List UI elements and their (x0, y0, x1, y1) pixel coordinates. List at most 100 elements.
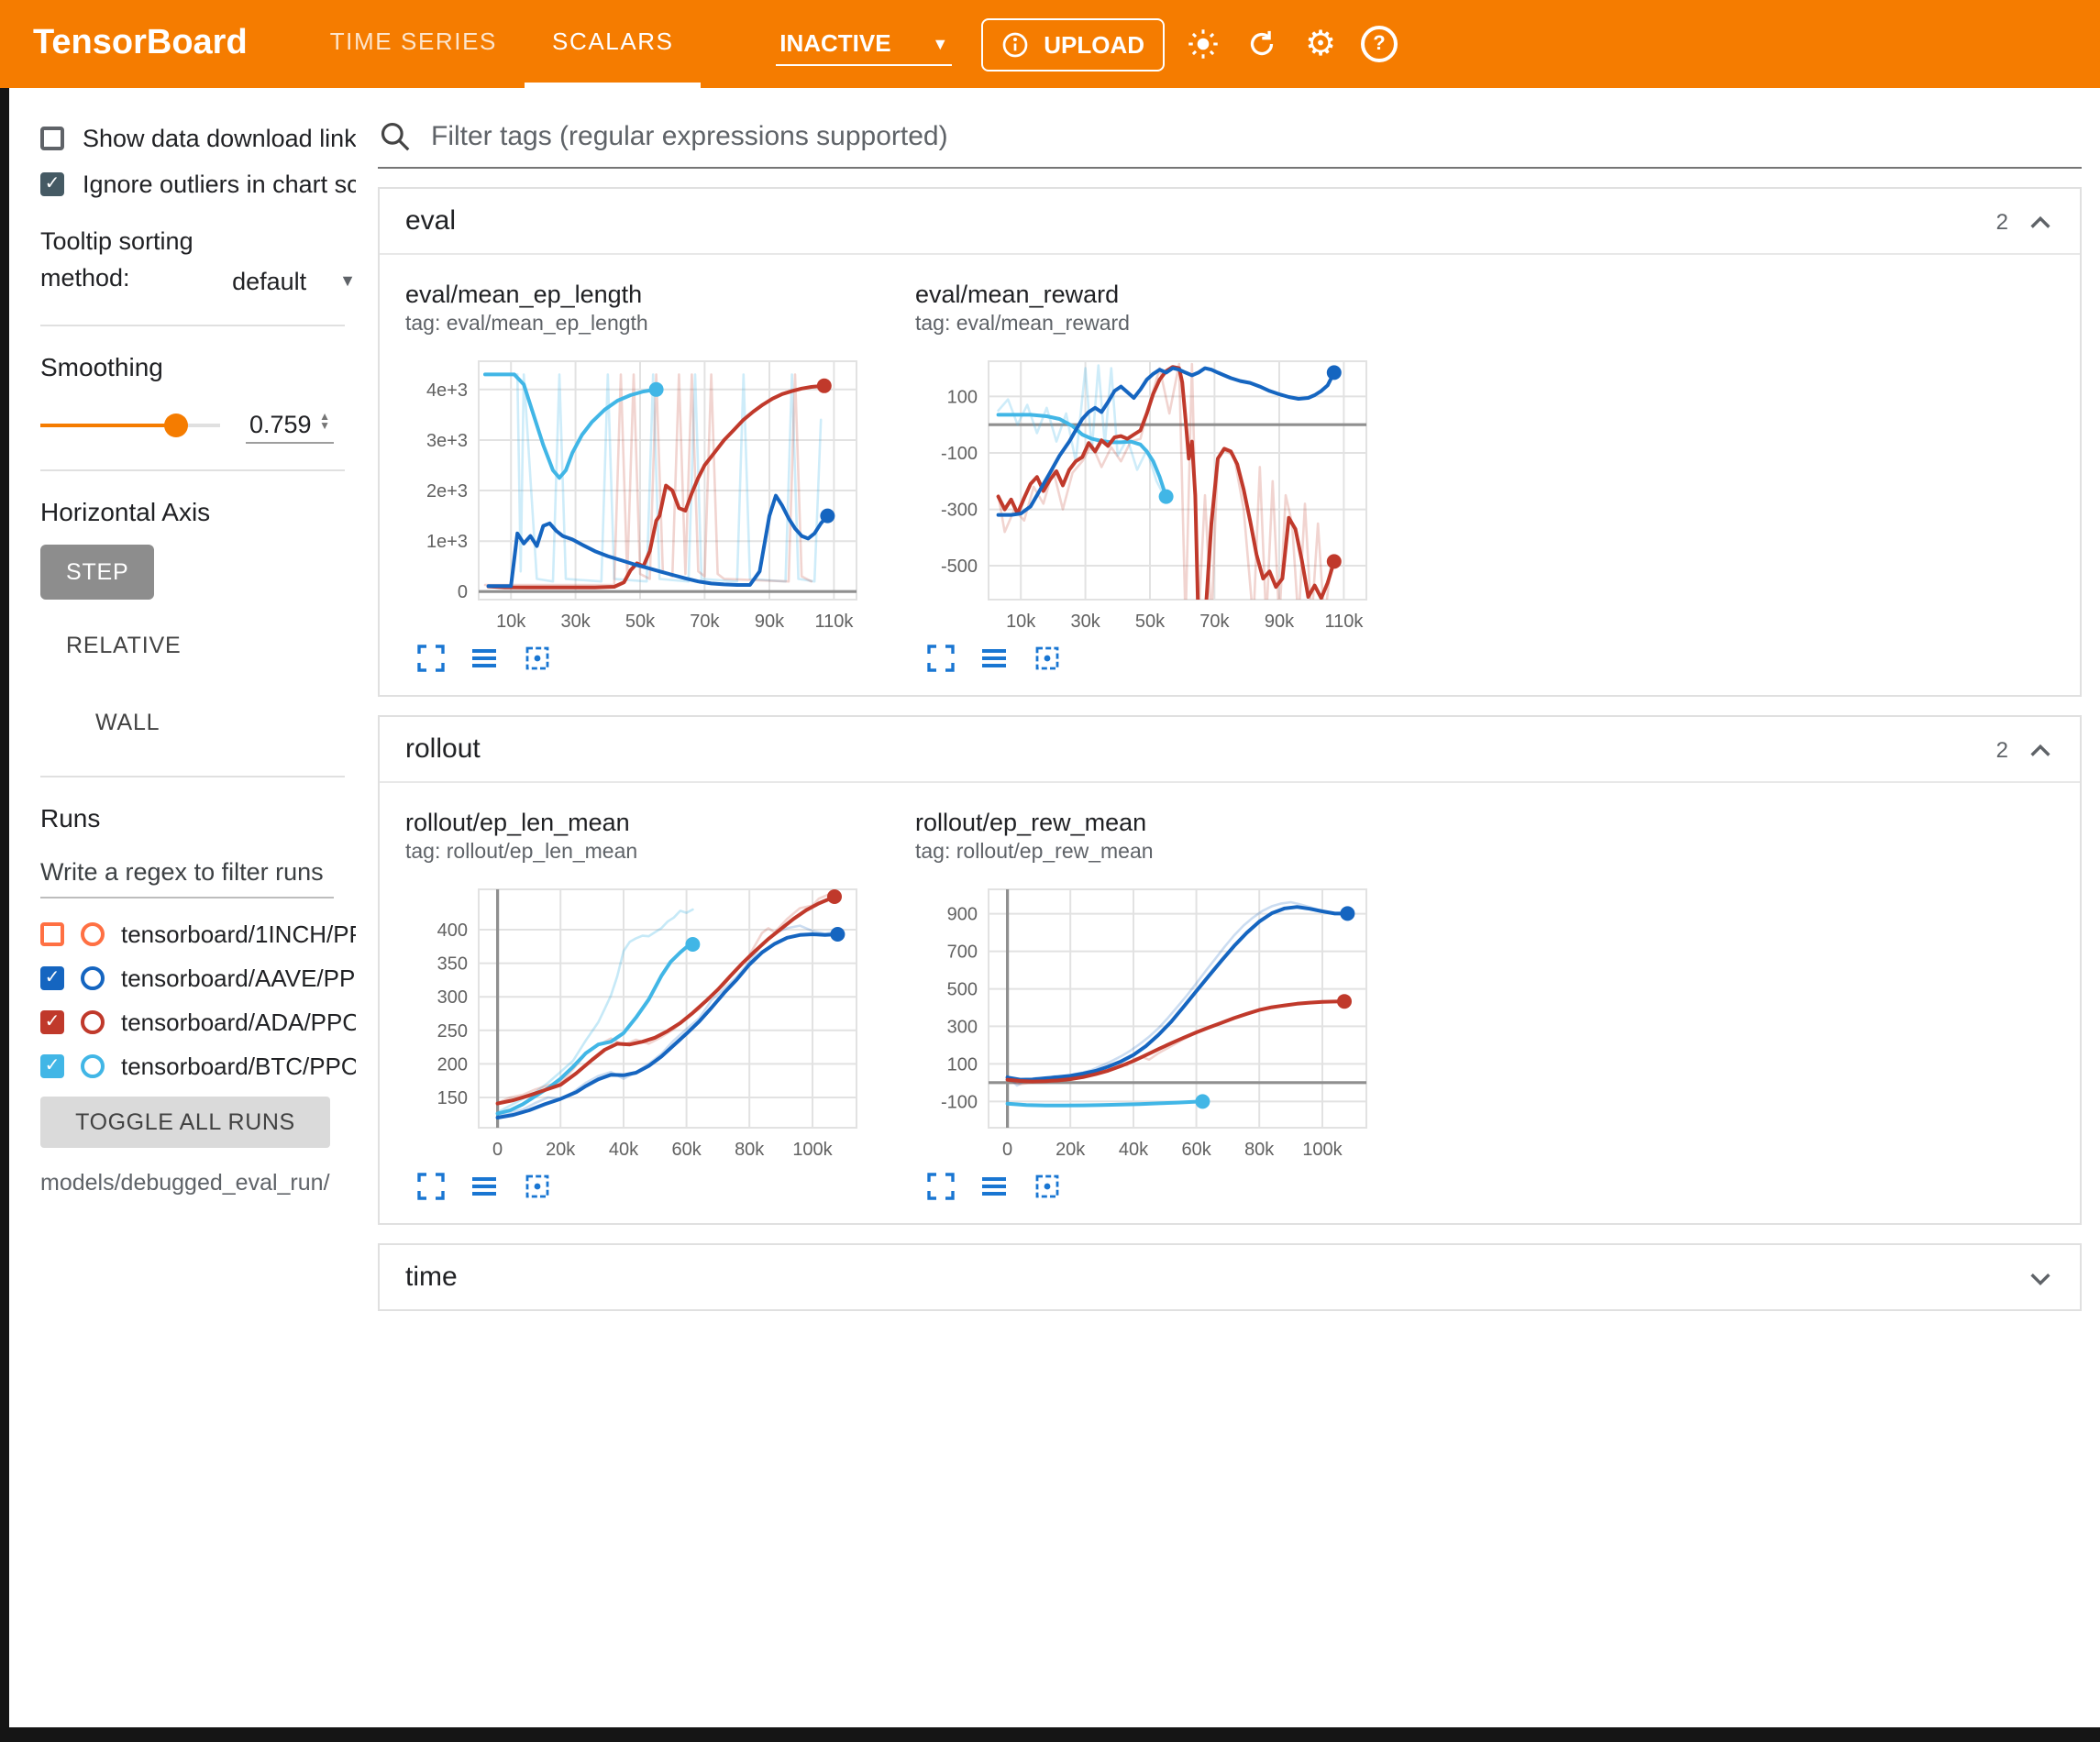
data-download-button[interactable] (979, 644, 1009, 673)
axis-option-relative[interactable]: RELATIVE (40, 617, 206, 672)
run-row: tensorboard/1INCH/PPO_1 (40, 920, 356, 947)
chart-count-badge: 2 (1996, 208, 2008, 234)
upload-button[interactable]: UPLOAD (981, 17, 1165, 71)
smoothing-control: 0.759 ▲▼ (40, 406, 356, 443)
svg-text:80k: 80k (1244, 1140, 1275, 1160)
tooltip-sorting-dropdown[interactable]: default ▼ (232, 267, 356, 298)
svg-text:0: 0 (458, 582, 468, 602)
tag-group-header-time[interactable]: time (380, 1245, 2080, 1309)
tab-scalars[interactable]: SCALARS (525, 0, 702, 88)
tab-time-series[interactable]: TIME SERIES (303, 0, 525, 88)
svg-text:900: 900 (947, 905, 978, 925)
chart-plot[interactable]: 020k40k60k80k100k150200250300350400 (405, 878, 871, 1168)
svg-text:500: 500 (947, 980, 978, 1000)
run-color-radio[interactable] (81, 921, 105, 945)
tag-filter-row (378, 114, 2082, 169)
chart-toolbar (915, 644, 1381, 673)
app-header: TensorBoard TIME SERIES SCALARS INACTIVE… (0, 0, 2100, 88)
chart-plot[interactable]: 10k30k50k70k90k110k01e+32e+33e+34e+3 (405, 350, 871, 640)
run-row: ✓tensorboard/BTC/PPO_1 (40, 1052, 356, 1079)
tooltip-sorting-value: default (232, 267, 306, 294)
svg-text:300: 300 (947, 1017, 978, 1037)
tag-group-header-rollout[interactable]: rollout 2 (380, 717, 2080, 783)
dashboard-main: eval 2 eval/mean_ep_lengthtag: eval/mean… (370, 88, 2100, 1727)
tooltip-sorting-block: Tooltip sorting method: default ▼ (40, 224, 356, 298)
fullscreen-chart-button[interactable] (416, 644, 446, 673)
svg-text:40k: 40k (1119, 1140, 1149, 1160)
fullscreen-chart-button[interactable] (926, 644, 956, 673)
smoothing-label: Smoothing (40, 351, 356, 380)
smoothing-slider-fill (40, 423, 177, 426)
fit-domain-button[interactable] (523, 1172, 552, 1201)
tag-group-header-eval[interactable]: eval 2 (380, 189, 2080, 255)
run-color-radio[interactable] (81, 1009, 105, 1033)
smoothing-value-input[interactable]: 0.759 ▲▼ (246, 406, 334, 443)
chart-title: rollout/ep_rew_mean (915, 809, 1381, 836)
svg-text:100k: 100k (792, 1140, 833, 1160)
svg-text:300: 300 (437, 987, 468, 1008)
help-button[interactable]: ? (1359, 24, 1399, 64)
tag-group-title: time (405, 1262, 458, 1293)
run-checkbox[interactable]: ✓ (40, 1009, 64, 1033)
fullscreen-chart-button[interactable] (416, 1172, 446, 1201)
svg-text:40k: 40k (609, 1140, 639, 1160)
series-tensorboard/AAVE/PPO_1 (unsmoothed) (1008, 902, 1348, 1086)
svg-text:80k: 80k (735, 1140, 765, 1160)
run-checkbox[interactable] (40, 921, 64, 945)
sync-status-dropdown[interactable]: INACTIVE ▼ (776, 22, 952, 66)
show-download-links-checkbox[interactable] (40, 127, 64, 150)
toggle-all-runs-button[interactable]: TOGGLE ALL RUNS (40, 1096, 330, 1147)
runs-list: tensorboard/1INCH/PPO_1✓tensorboard/AAVE… (40, 920, 356, 1079)
svg-text:100: 100 (947, 1054, 978, 1075)
svg-text:30k: 30k (1070, 612, 1100, 632)
runs-filter-input[interactable] (40, 850, 334, 898)
run-label: tensorboard/ADA/PPO_1 (121, 1008, 356, 1035)
svg-text:110k: 110k (814, 612, 854, 632)
ignore-outliers-checkbox[interactable]: ✓ (40, 172, 64, 196)
chart-plot[interactable]: 10k30k50k70k90k110k100-100-300-500 (915, 350, 1381, 640)
chevron-down-icon[interactable] (2027, 1266, 2054, 1288)
series-tensorboard/ADA/PPO_1 (498, 897, 834, 1104)
ignore-outliers-label: Ignore outliers in chart scaling (83, 171, 356, 198)
data-download-button[interactable] (470, 644, 499, 673)
tag-group-card-eval: eval 2 eval/mean_ep_lengthtag: eval/mean… (378, 187, 2082, 697)
run-checkbox[interactable]: ✓ (40, 965, 64, 989)
svg-text:90k: 90k (1265, 612, 1295, 632)
chart-title: eval/mean_ep_length (405, 281, 871, 308)
stepper-arrows-icon[interactable]: ▲▼ (319, 414, 330, 433)
settings-button[interactable]: ⚙ (1300, 24, 1341, 64)
runs-directory-path: models/debugged_eval_run/ (40, 1169, 356, 1195)
run-color-radio[interactable] (81, 965, 105, 989)
run-color-radio[interactable] (81, 1053, 105, 1077)
chart-plot[interactable]: 020k40k60k80k100k-100100300500700900 (915, 878, 1381, 1168)
divider (40, 775, 345, 777)
chart-toolbar (405, 1172, 871, 1201)
svg-text:-100: -100 (941, 444, 978, 464)
fullscreen-chart-button[interactable] (926, 1172, 956, 1201)
data-download-button[interactable] (470, 1172, 499, 1201)
svg-text:2e+3: 2e+3 (426, 481, 468, 502)
axis-option-step[interactable]: STEP (40, 544, 155, 599)
refresh-button[interactable] (1242, 24, 1282, 64)
svg-text:30k: 30k (560, 612, 591, 632)
axis-option-wall[interactable]: WALL (70, 694, 185, 749)
chart-toolbar (915, 1172, 1381, 1201)
tag-filter-input[interactable] (427, 114, 2082, 160)
run-checkbox[interactable]: ✓ (40, 1053, 64, 1077)
svg-text:-500: -500 (941, 557, 978, 577)
ignore-outliers-row: ✓ Ignore outliers in chart scaling (40, 171, 356, 198)
brightness-toggle-button[interactable] (1183, 24, 1223, 64)
chart-count-badge: 2 (1996, 736, 2008, 762)
smoothing-slider-knob[interactable] (165, 413, 189, 436)
fit-domain-button[interactable] (1033, 1172, 1062, 1201)
svg-text:150: 150 (437, 1088, 468, 1108)
fit-domain-button[interactable] (1033, 644, 1062, 673)
chevron-up-icon[interactable] (2027, 210, 2054, 232)
svg-text:110k: 110k (1324, 612, 1364, 632)
show-download-links-label: Show data download links (83, 125, 356, 152)
chevron-up-icon[interactable] (2027, 738, 2054, 760)
fit-domain-button[interactable] (523, 644, 552, 673)
tag-group-card-time: time (378, 1243, 2082, 1311)
data-download-button[interactable] (979, 1172, 1009, 1201)
smoothing-slider[interactable] (40, 423, 220, 426)
